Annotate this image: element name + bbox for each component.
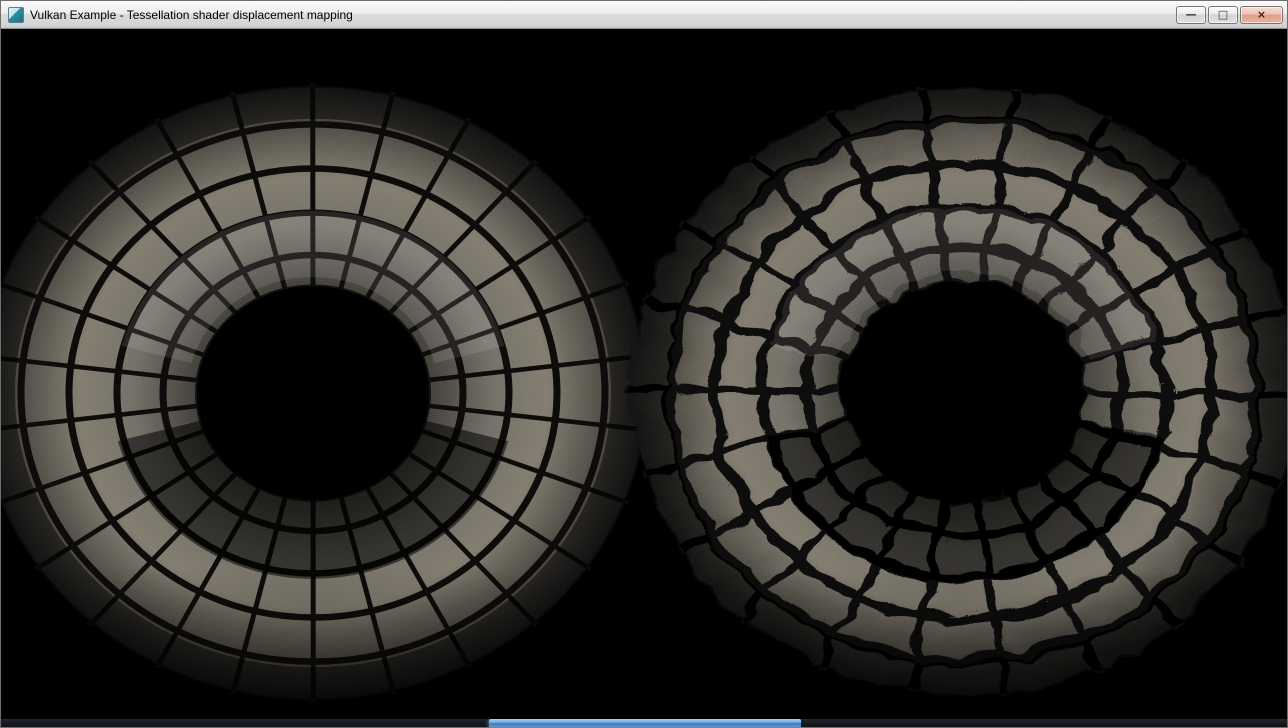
window-title: Vulkan Example - Tessellation shader dis…	[30, 8, 1168, 22]
app-window: Vulkan Example - Tessellation shader dis…	[0, 0, 1288, 728]
app-icon	[8, 7, 24, 23]
taskbar-active-button[interactable]	[489, 719, 801, 727]
taskbar-right	[801, 719, 1287, 727]
maximize-icon: □	[1218, 9, 1228, 20]
close-icon: ×	[1257, 9, 1266, 20]
close-button[interactable]: ×	[1240, 6, 1283, 24]
maximize-button[interactable]: □	[1208, 6, 1238, 24]
minimize-button[interactable]: —	[1176, 6, 1206, 24]
minimize-icon: —	[1186, 9, 1197, 20]
titlebar[interactable]: Vulkan Example - Tessellation shader dis…	[1, 1, 1287, 29]
taskbar-left	[1, 719, 489, 727]
taskbar-strip	[1, 719, 1287, 727]
window-controls: — □ ×	[1176, 6, 1283, 24]
torus-render	[1, 29, 1287, 719]
scene-vignette	[1, 29, 1287, 719]
render-viewport[interactable]	[1, 29, 1287, 719]
